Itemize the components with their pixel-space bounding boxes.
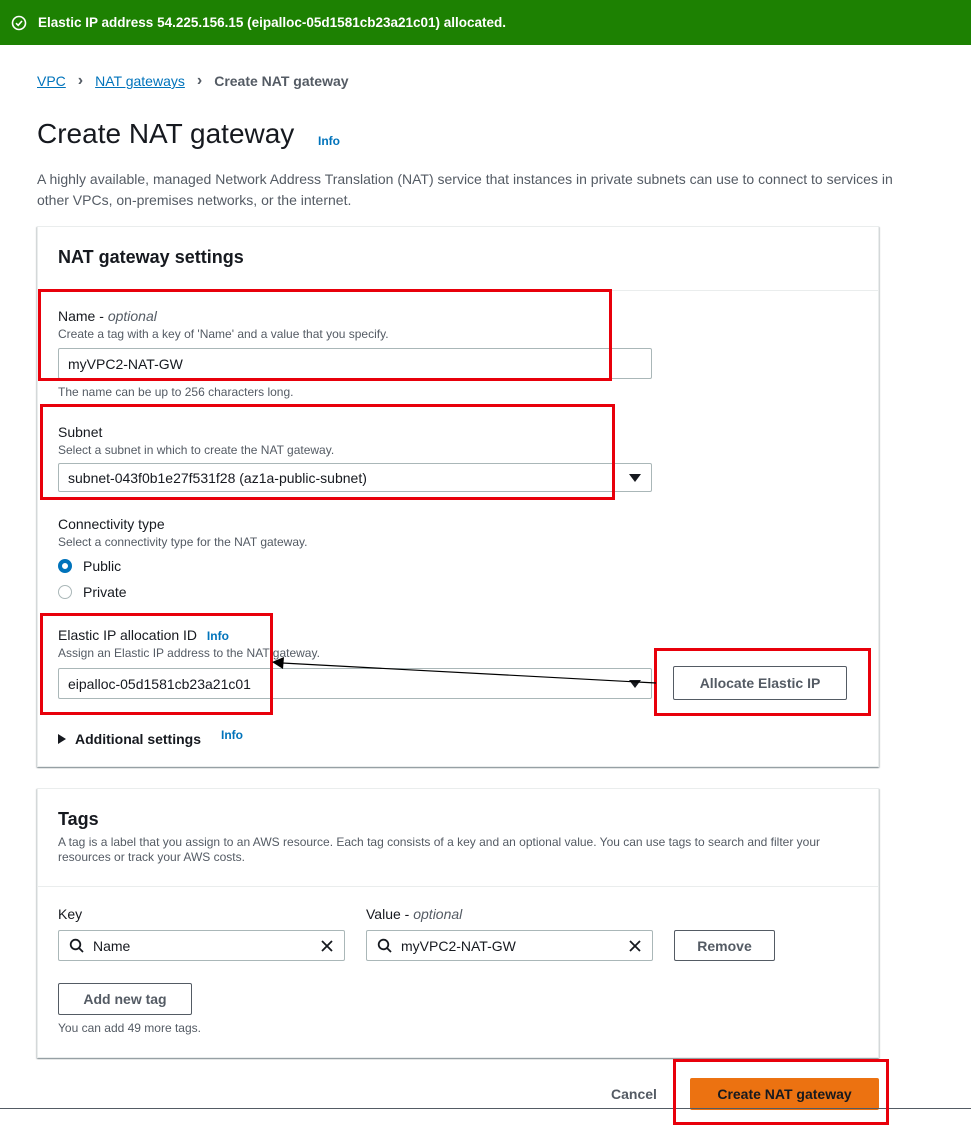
annotation-arrow-icon: [272, 657, 657, 684]
